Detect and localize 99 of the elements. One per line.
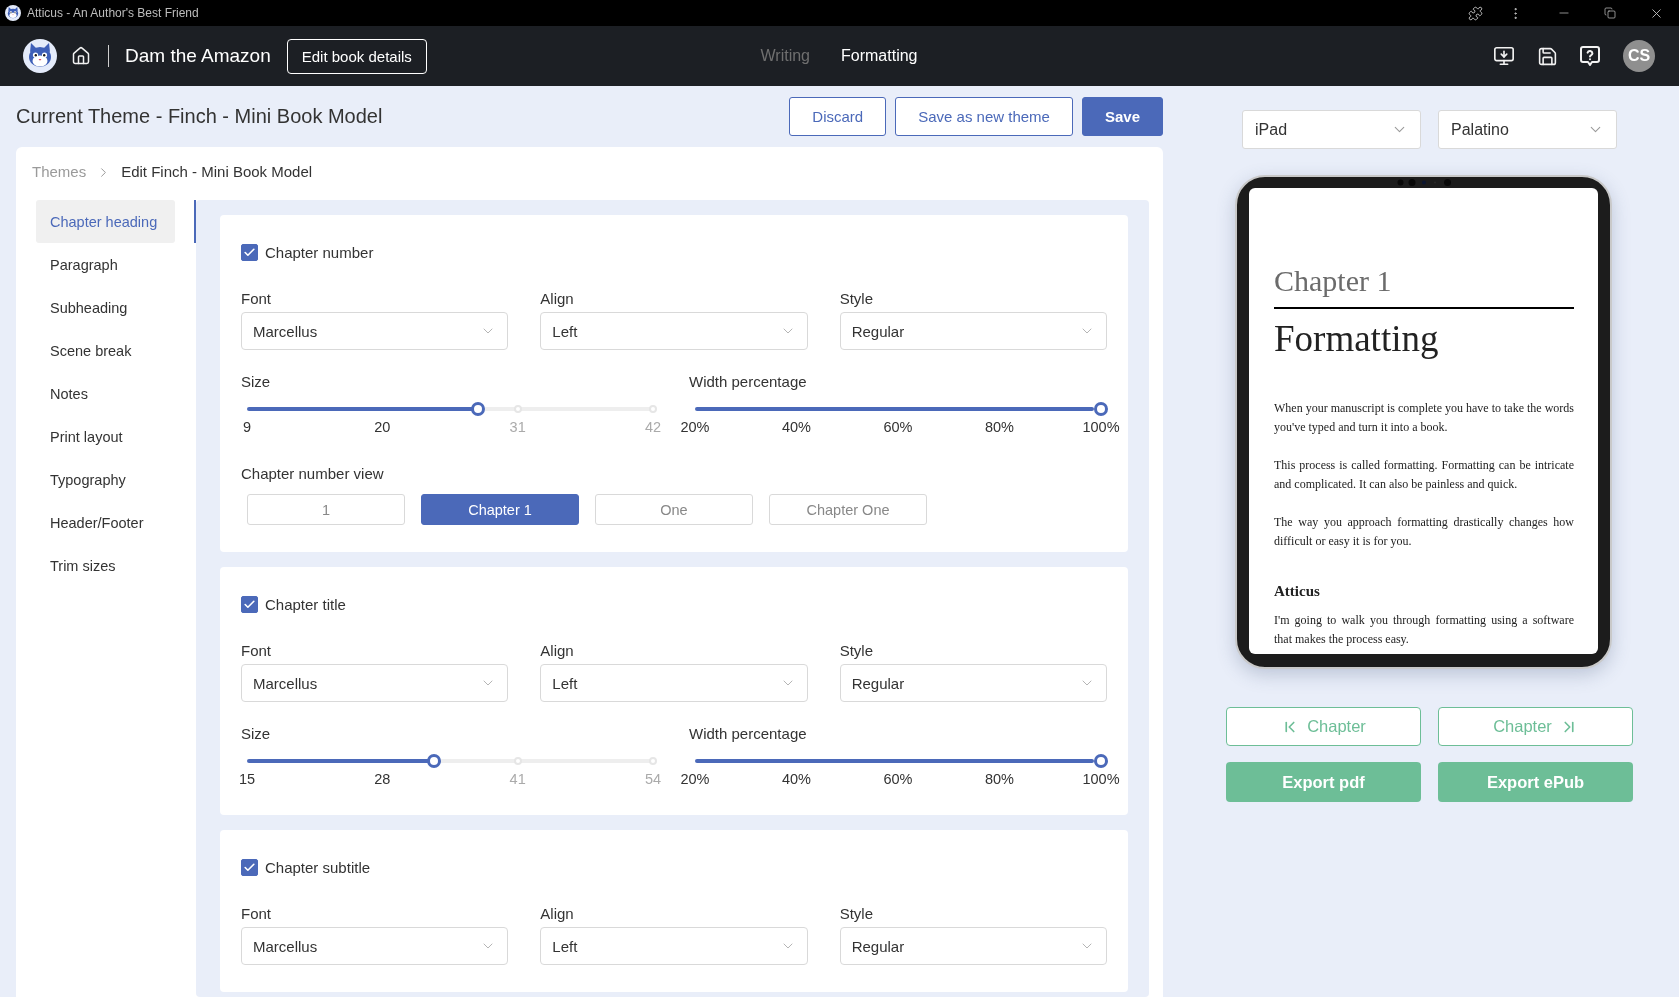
device-dropdown[interactable]: iPad: [1242, 110, 1421, 149]
puzzle-icon[interactable]: [1467, 5, 1483, 21]
dropdown[interactable]: Regular: [839, 312, 1107, 350]
field-label: Align: [540, 641, 575, 661]
restore-icon[interactable]: [1604, 7, 1616, 19]
dropdown[interactable]: Left: [540, 927, 808, 965]
tick-label: 80%: [985, 418, 1014, 436]
checkmark-icon: [243, 597, 256, 611]
field-label: Chapter number view: [241, 464, 385, 484]
tick-label: 42: [644, 418, 662, 436]
paragraph: I'm going to walk you through formatting using a software that makes the process easy.: [1274, 612, 1574, 648]
slider-handle[interactable]: [426, 754, 441, 768]
sidebar-item[interactable]: Typography: [36, 458, 175, 501]
sidebar-item[interactable]: Paragraph: [36, 243, 175, 286]
slider-handle[interactable]: [471, 402, 486, 416]
dropdown[interactable]: Marcellus: [241, 664, 509, 702]
tick-label: 100%: [1082, 418, 1120, 436]
checkbox[interactable]: [241, 243, 258, 261]
chapter-title: Formatting: [1274, 317, 1440, 361]
save-icon[interactable]: [1537, 45, 1558, 67]
tick-label: 9: [242, 418, 252, 436]
tick-dot-icon: [513, 405, 522, 413]
slider-handle[interactable]: [1094, 402, 1108, 416]
view-option[interactable]: Chapter One: [769, 494, 927, 525]
view-option[interactable]: 1: [247, 494, 405, 525]
slider-label: Size: [241, 724, 272, 744]
checkbox-label: Chapter number: [265, 243, 374, 261]
dropdown[interactable]: Left: [540, 664, 808, 702]
tick-dot-icon: [513, 757, 522, 765]
dropdown[interactable]: Regular: [839, 927, 1107, 965]
checkbox[interactable]: [241, 595, 258, 613]
page-title: Current Theme - Finch - Mini Book Model: [16, 105, 384, 128]
slider-label: Width percentage: [689, 372, 808, 392]
tick-label: 40%: [782, 418, 811, 436]
tick-label: 60%: [883, 770, 913, 788]
book-title: Dam the Amazon: [125, 45, 271, 67]
tick-label: 40%: [782, 770, 811, 788]
checkbox-label: Chapter subtitle: [265, 858, 371, 876]
font-dropdown[interactable]: Palatino: [1438, 110, 1617, 149]
tick-label: 60%: [883, 418, 913, 436]
tick-label: 20%: [680, 418, 710, 436]
checkbox-label: Chapter title: [265, 595, 346, 613]
tick-dot-icon: [649, 757, 657, 765]
slider-label: Width percentage: [689, 724, 808, 744]
tick-label: 100%: [1082, 770, 1120, 788]
theme-action-button[interactable]: Save as new theme: [895, 97, 1073, 136]
field-label: Style: [839, 289, 874, 309]
checkmark-icon: [243, 245, 256, 259]
view-option[interactable]: Chapter 1: [421, 494, 579, 525]
checkbox[interactable]: [241, 858, 258, 876]
field-label: Style: [839, 904, 874, 924]
field-label: Font: [241, 904, 272, 924]
tick-dot-icon: [649, 405, 657, 413]
field-label: Align: [540, 289, 575, 309]
subheading: Atticus: [1274, 582, 1321, 601]
tick-label: 15: [238, 770, 256, 788]
paragraph: This process is called formatting. Formatting can be intricate and complicated. It can also be painless and quick.: [1274, 457, 1574, 493]
sidebar-item[interactable]: Print layout: [36, 415, 175, 458]
theme-action-button[interactable]: Discard: [789, 97, 887, 136]
sidebar-item[interactable]: Trim sizes: [36, 544, 175, 587]
sidebar-item[interactable]: Notes: [36, 372, 175, 415]
tick-label: 31: [509, 418, 526, 436]
tick-label: 80%: [985, 770, 1014, 788]
dropdown[interactable]: Marcellus: [241, 312, 509, 350]
paragraph: When your manuscript is complete you have to take the words you've typed and turn it into a book.: [1274, 400, 1574, 436]
dropdown[interactable]: Left: [540, 312, 808, 350]
tick-label: 20%: [680, 770, 710, 788]
field-label: Style: [839, 641, 874, 661]
home-icon[interactable]: [71, 46, 91, 66]
slider-handle[interactable]: [1094, 754, 1108, 768]
sidebar-item[interactable]: Scene break: [36, 329, 175, 372]
field-label: Align: [540, 904, 575, 924]
checkmark-icon: [243, 860, 256, 874]
view-option[interactable]: One: [595, 494, 753, 525]
window-title: Atticus - An Author's Best Friend: [27, 6, 200, 20]
theme-action-button[interactable]: Save: [1081, 97, 1163, 136]
monitor-download-icon[interactable]: [1493, 45, 1515, 67]
cat-logo-icon: [5, 5, 21, 21]
tick-label: 20: [374, 418, 391, 436]
dropdown[interactable]: Regular: [839, 664, 1107, 702]
breadcrumb-current: Edit Finch - Mini Book Model: [121, 163, 313, 181]
dropdown[interactable]: Marcellus: [241, 927, 509, 965]
slider-label: Size: [241, 372, 272, 392]
edit-book-button[interactable]: Edit book details: [286, 38, 427, 74]
paragraph: The way you approach formatting drastically changes how difficult or easy it is for you.: [1274, 514, 1574, 550]
tick-label: 41: [509, 770, 526, 788]
tick-label: 28: [374, 770, 391, 788]
tick-label: 54: [644, 770, 662, 788]
help-icon[interactable]: [1580, 46, 1600, 66]
cat-logo-icon[interactable]: [23, 39, 57, 73]
chapter-number: Chapter 1: [1274, 263, 1393, 299]
sidebar-item[interactable]: Header/Footer: [36, 501, 175, 544]
field-label: Font: [241, 641, 272, 661]
sidebar-item[interactable]: Chapter heading: [36, 200, 175, 243]
sidebar-item[interactable]: Subheading: [36, 286, 175, 329]
selection-indicator: [194, 200, 196, 243]
field-label: Font: [241, 289, 272, 309]
nav-tab[interactable]: Formatting: [841, 43, 918, 69]
camera-dots-icon: [1396, 179, 1451, 186]
